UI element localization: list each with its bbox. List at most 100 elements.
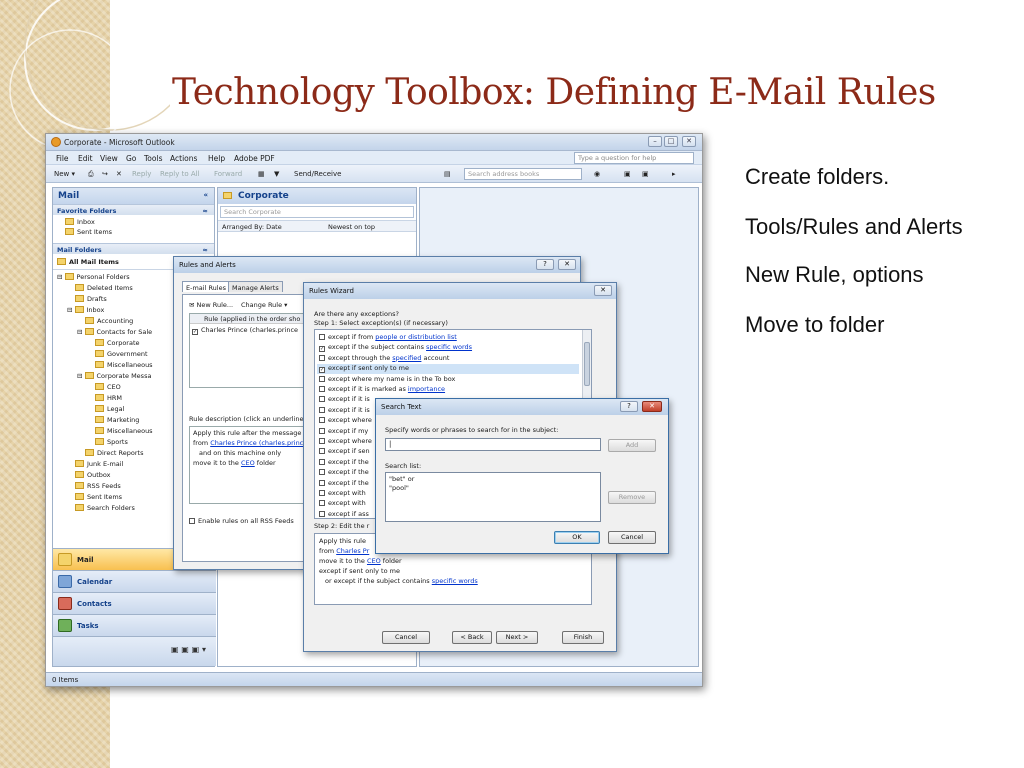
exception-checkbox[interactable] — [319, 386, 325, 392]
folder-sports[interactable]: Sports — [95, 438, 128, 446]
folder-personal-folders[interactable]: ⊟ Personal Folders — [57, 273, 130, 281]
enable-rss-rules-checkbox[interactable]: Enable rules on all RSS Feeds — [189, 517, 294, 525]
options-icon[interactable]: ▣ — [624, 170, 631, 178]
exception-item[interactable]: except if from people or distribution li… — [317, 333, 579, 343]
nav-calendar-button[interactable]: Calendar — [53, 570, 216, 592]
folder-drafts[interactable]: Drafts — [75, 295, 107, 303]
search-list-box[interactable]: "bet" or "pool" — [385, 472, 601, 522]
wizard-next-button[interactable]: Next > — [496, 631, 538, 644]
exception-checkbox[interactable] — [319, 334, 325, 340]
folder-search-input[interactable]: Search Corporate — [220, 206, 414, 218]
new-button[interactable]: New ▾ — [54, 170, 75, 178]
sender-link[interactable]: Charles Pr — [336, 547, 369, 555]
exception-checkbox[interactable] — [319, 500, 325, 507]
folder-direct-reports[interactable]: Direct Reports — [85, 449, 143, 457]
cancel-button[interactable]: Cancel — [608, 531, 656, 544]
change-rule-button[interactable]: Change Rule ▾ — [241, 301, 287, 309]
folder-rss-feeds[interactable]: RSS Feeds — [75, 482, 121, 490]
address-search-input[interactable]: Search address books — [464, 168, 582, 180]
filter-icon[interactable]: ▼ — [274, 170, 279, 178]
close-button[interactable]: ✕ — [558, 259, 576, 270]
close-button[interactable]: ✕ — [594, 285, 612, 296]
close-button[interactable]: ✕ — [642, 401, 662, 412]
folder-accounting[interactable]: Accounting — [85, 317, 133, 325]
delete-icon[interactable]: ✕ — [116, 170, 122, 178]
nav-shortcuts-bar[interactable]: ▣ ▣ ▣ ▾ — [53, 636, 216, 666]
exception-checkbox[interactable] — [319, 396, 325, 403]
exception-item[interactable]: ✓ except if the subject contains specific… — [317, 343, 579, 353]
exception-checkbox[interactable] — [319, 354, 325, 361]
menu-file[interactable]: File — [56, 154, 69, 163]
rule-row[interactable]: ✓ Charles Prince (charles.prince — [192, 326, 298, 335]
all-mail-items-dropdown[interactable]: All Mail Items — [57, 258, 119, 266]
close-button[interactable]: ✕ — [682, 136, 696, 147]
folder-deleted-items[interactable]: Deleted Items — [75, 284, 133, 292]
menu-edit[interactable]: Edit — [78, 154, 93, 163]
more-icon[interactable]: ▸ — [672, 170, 676, 178]
menu-view[interactable]: View — [100, 154, 118, 163]
move-icon[interactable]: ↪ — [102, 170, 108, 178]
exception-checkbox[interactable] — [319, 510, 325, 517]
exception-item[interactable]: except through the specified account — [317, 354, 579, 364]
folder-hrm[interactable]: HRM — [95, 394, 122, 402]
new-rule-button[interactable]: ✉ New Rule... — [189, 301, 233, 309]
exception-checkbox[interactable]: ✓ — [319, 367, 325, 374]
folder-government[interactable]: Government — [95, 350, 148, 358]
exception-checkbox[interactable] — [319, 458, 325, 465]
folder-inbox[interactable]: ⊟ Inbox — [67, 306, 104, 314]
help-button[interactable]: ? — [620, 401, 638, 412]
folder-contacts-for-sale[interactable]: ⊟ Contacts for Sale — [77, 328, 152, 336]
exception-checkbox[interactable] — [319, 406, 325, 413]
specific-words-link[interactable]: specific words — [432, 577, 478, 585]
folder-legal[interactable]: Legal — [95, 405, 124, 413]
folder-corporate-messages[interactable]: ⊟ Corporate Messa — [77, 372, 151, 380]
send-receive-button[interactable]: Send/Receive — [294, 170, 341, 178]
exception-checkbox[interactable] — [319, 469, 325, 476]
add-button[interactable]: Add — [608, 439, 656, 452]
categorize-icon[interactable]: ▦ — [258, 170, 265, 178]
nav-contacts-button[interactable]: Contacts — [53, 592, 216, 614]
help-button[interactable]: ? — [536, 259, 554, 270]
exception-link[interactable]: people or distribution list — [375, 333, 456, 341]
folder-miscellaneous-2[interactable]: Miscellaneous — [95, 427, 153, 435]
exception-checkbox[interactable] — [319, 427, 325, 434]
maximize-button[interactable]: □ — [664, 136, 678, 147]
search-list-item[interactable]: "pool" — [389, 484, 409, 492]
exception-link[interactable]: specific words — [426, 343, 472, 351]
exception-checkbox[interactable] — [319, 375, 325, 382]
exception-item[interactable]: ✓ except if sent only to me — [317, 364, 579, 375]
sender-link[interactable]: Charles Prince (charles.princ — [210, 439, 303, 447]
scrollbar-thumb[interactable] — [584, 342, 590, 386]
exception-checkbox[interactable] — [319, 490, 325, 496]
mail-folders-header[interactable]: Mail Folders ≈ — [53, 243, 214, 254]
folder-corporate[interactable]: Corporate — [95, 339, 140, 347]
reply-button[interactable]: Reply — [132, 170, 151, 178]
ceo-folder-link[interactable]: CEO — [241, 459, 255, 467]
exception-link[interactable]: specified — [392, 354, 421, 362]
folder-sent-items[interactable]: Sent Items — [75, 493, 122, 501]
favorite-inbox[interactable]: Inbox — [65, 218, 95, 226]
favorite-sent-items[interactable]: Sent Items — [65, 228, 112, 236]
shortcuts-icons[interactable]: ▣ ▣ ▣ ▾ — [171, 645, 206, 654]
folder-outbox[interactable]: Outbox — [75, 471, 111, 479]
wizard-cancel-button[interactable]: Cancel — [382, 631, 430, 644]
folder-junk-email[interactable]: Junk E-mail — [75, 460, 123, 468]
minimize-button[interactable]: – — [648, 136, 662, 147]
exception-checkbox[interactable] — [319, 438, 325, 444]
remove-button[interactable]: Remove — [608, 491, 656, 504]
tools-icon[interactable]: ▣ — [642, 170, 649, 178]
ok-button[interactable]: OK — [554, 531, 600, 544]
folder-miscellaneous[interactable]: Miscellaneous — [95, 361, 153, 369]
print-icon[interactable]: ⎙ — [88, 170, 94, 179]
arrange-bar[interactable]: Arranged By: Date Newest on top — [218, 220, 416, 232]
help-search-input[interactable]: Type a question for help — [574, 152, 694, 164]
exception-checkbox[interactable] — [319, 448, 325, 455]
menu-help[interactable]: Help — [208, 154, 225, 163]
search-list-item[interactable]: "bet" or — [389, 475, 414, 483]
tab-manage-alerts[interactable]: Manage Alerts — [228, 281, 283, 292]
folder-ceo[interactable]: CEO — [95, 383, 121, 391]
exception-checkbox[interactable] — [319, 479, 325, 486]
address-book-icon[interactable]: ▤ — [444, 170, 451, 178]
ceo-folder-link[interactable]: CEO — [367, 557, 381, 565]
help-icon[interactable]: ◉ — [594, 170, 600, 178]
